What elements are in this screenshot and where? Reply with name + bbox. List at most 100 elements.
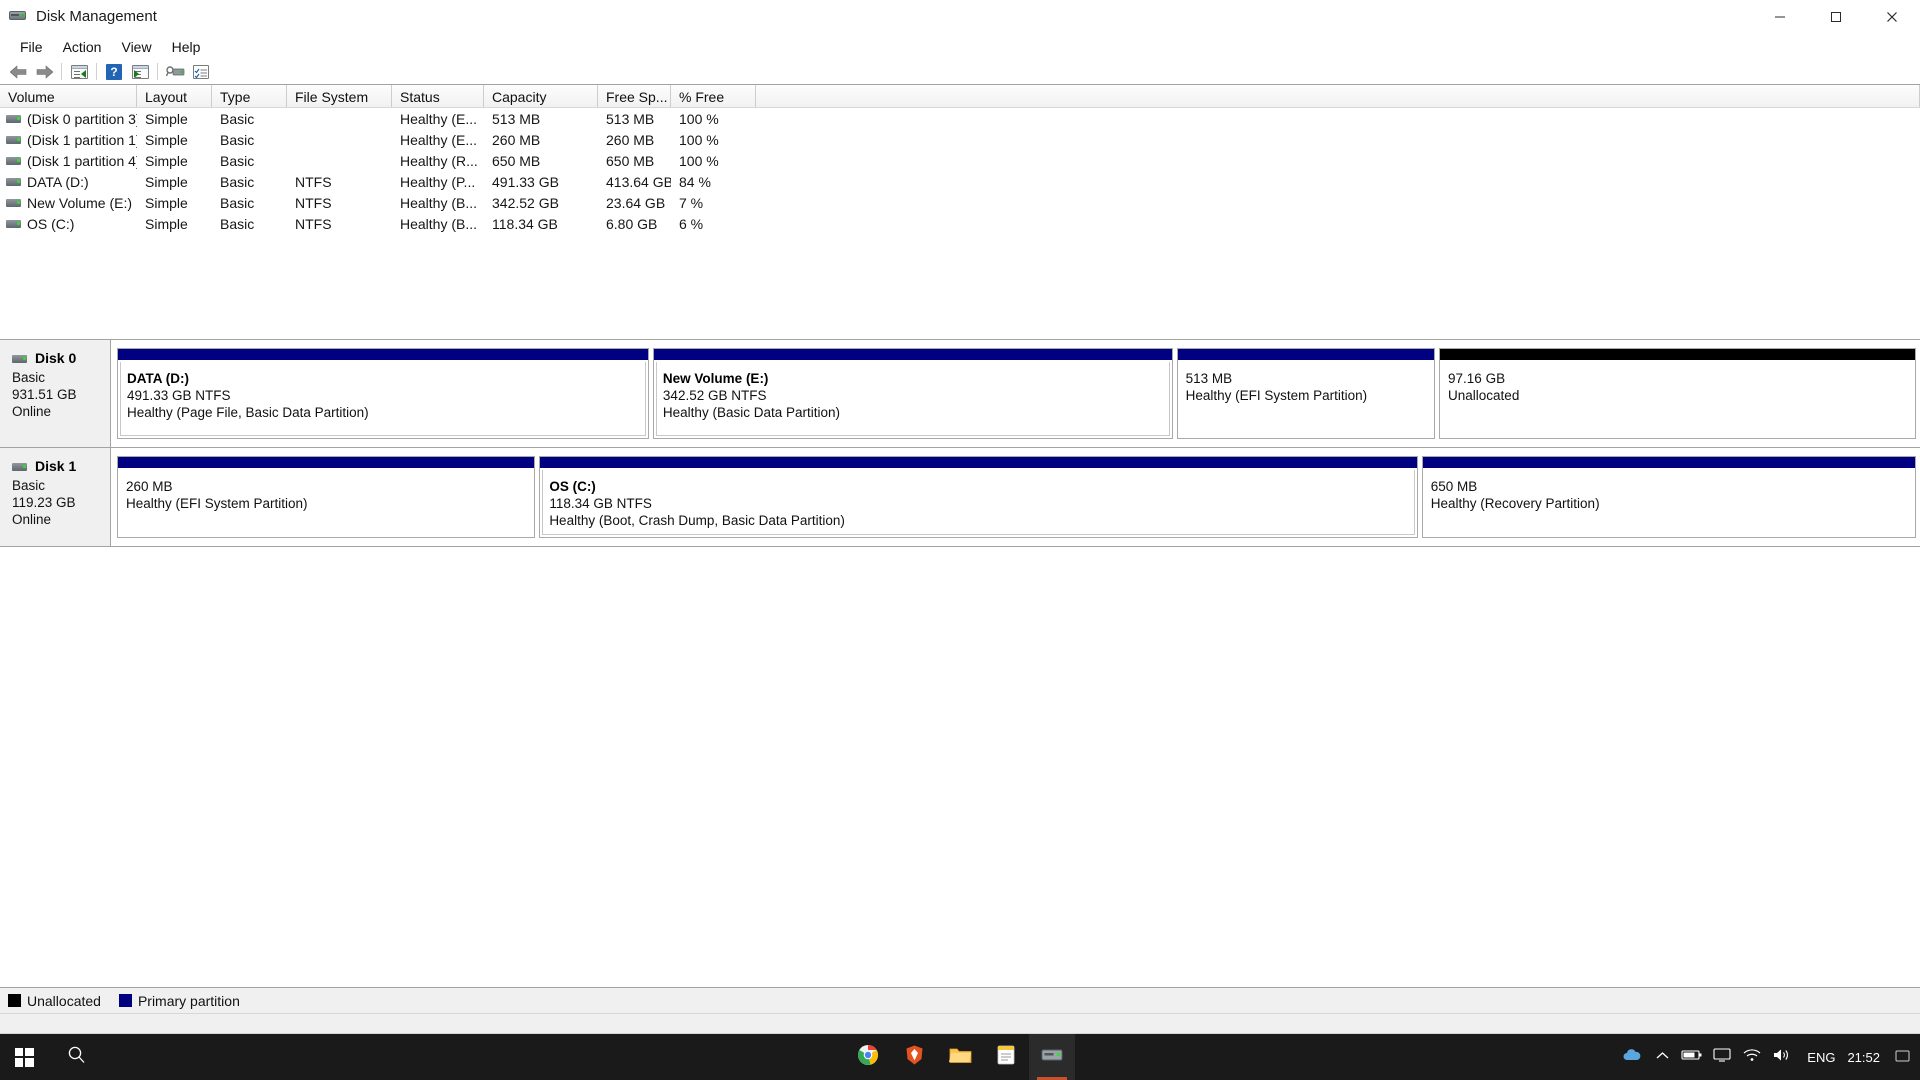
column-header-type[interactable]: Type [212, 85, 287, 107]
cell-status: Healthy (R... [400, 152, 478, 169]
column-header-layout[interactable]: Layout [137, 85, 212, 107]
show-hide-action-pane-button[interactable] [127, 60, 153, 83]
taskbar-search-button[interactable] [48, 1034, 104, 1080]
tray-show-hidden[interactable] [1647, 1034, 1677, 1080]
partition-status: Healthy (EFI System Partition) [1185, 388, 1368, 403]
tray-volume[interactable] [1767, 1034, 1797, 1080]
search-icon [67, 1045, 86, 1069]
table-row[interactable]: OS (C:) Simple Basic NTFS Healthy (B... 118.3… [0, 213, 1920, 234]
cell-layout: Simple [145, 110, 188, 127]
taskbar-tray: ENG 21:52 [1617, 1034, 1920, 1080]
forward-button[interactable] [31, 60, 57, 83]
menu-bar: File Action View Help [0, 34, 1920, 59]
partition-block[interactable]: 260 MB Healthy (EFI System Partition) [117, 456, 536, 538]
cell-file-system: NTFS [295, 215, 332, 232]
toolbar-separator-3 [157, 63, 158, 80]
disk-size: 931.51 GB [12, 387, 77, 402]
cell-capacity: 513 MB [492, 110, 541, 127]
windows-logo-icon [14, 1047, 34, 1067]
taskbar-left [0, 1034, 104, 1080]
notepad-icon [996, 1044, 1016, 1071]
toolbar: ? [0, 59, 1920, 84]
cell-capacity: 491.33 GB [492, 173, 559, 190]
taskbar-brave[interactable] [891, 1034, 937, 1080]
partition-block[interactable]: 97.16 GB Unallocated [1439, 348, 1916, 439]
partition-size: 260 MB [126, 479, 173, 494]
partition-capacity-bar [118, 457, 535, 468]
legend-unallocated-label: Unallocated [27, 992, 101, 1009]
status-bar [0, 1013, 1920, 1033]
volume-label: (Disk 0 partition 3) [27, 110, 137, 127]
cell-volume: DATA (D:) [0, 174, 137, 190]
disk-management-icon [9, 8, 27, 26]
menu-help[interactable]: Help [162, 37, 211, 57]
column-header-file-system[interactable]: File System [287, 85, 392, 107]
taskbar-disk-management[interactable] [1029, 1034, 1075, 1080]
partition-status: Healthy (EFI System Partition) [126, 496, 308, 511]
properties-button[interactable] [188, 60, 214, 83]
maximize-button[interactable] [1808, 0, 1864, 34]
show-hide-console-tree-button[interactable] [66, 60, 92, 83]
cell-free-space: 6.80 GB [606, 215, 658, 232]
table-row[interactable]: DATA (D:) Simple Basic NTFS Healthy (P... 491… [0, 171, 1920, 192]
rescan-disks-icon [165, 65, 185, 79]
cell-status: Healthy (E... [400, 131, 478, 148]
column-header-free-sp[interactable]: Free Sp... [598, 85, 671, 107]
cell-type: Basic [220, 215, 255, 232]
tray-language[interactable]: ENG [1797, 1050, 1845, 1065]
partition-details: New Volume (E:) 342.52 GB NTFS Healthy (Ba… [655, 362, 1170, 436]
column-header-volume[interactable]: Volume [0, 85, 137, 107]
disk-management-icon [1041, 1046, 1063, 1068]
partition-block[interactable]: 513 MB Healthy (EFI System Partition) [1176, 348, 1436, 439]
cell-status: Healthy (E... [400, 110, 478, 127]
menu-action[interactable]: Action [53, 37, 112, 57]
taskbar-file-explorer[interactable] [937, 1034, 983, 1080]
table-row[interactable]: New Volume (E:) Simple Basic NTFS Healthy (B… [0, 192, 1920, 213]
back-button[interactable] [5, 60, 31, 83]
taskbar-notepad[interactable] [983, 1034, 1029, 1080]
partition-block[interactable]: New Volume (E:) 342.52 GB NTFS Healthy (Ba… [652, 348, 1173, 439]
cell-free-space: 413.64 GB [606, 173, 671, 190]
help-button[interactable]: ? [101, 60, 127, 83]
speaker-icon [1773, 1048, 1791, 1067]
column-header-capacity[interactable]: Capacity [484, 85, 598, 107]
table-row[interactable]: (Disk 1 partition 4) Simple Basic Healthy (… [0, 150, 1920, 171]
partition-block[interactable]: DATA (D:) 491.33 GB NTFS Healthy (Page Fil… [117, 348, 649, 439]
table-row[interactable]: (Disk 1 partition 1) Simple Basic Healthy (… [0, 129, 1920, 150]
partition-block[interactable]: 650 MB Healthy (Recovery Partition) [1421, 456, 1917, 538]
minimize-button[interactable] [1752, 0, 1808, 34]
volume-list-body[interactable]: (Disk 0 partition 3) Simple Basic Healthy (… [0, 108, 1920, 339]
table-row[interactable]: (Disk 0 partition 3) Simple Basic Healthy (… [0, 108, 1920, 129]
arrow-right-icon [36, 64, 53, 79]
disk-type: Basic [12, 478, 46, 493]
tray-display[interactable] [1707, 1034, 1737, 1080]
tray-wifi[interactable] [1737, 1034, 1767, 1080]
column-header-status[interactable]: Status [392, 85, 484, 107]
rescan-disks-button[interactable] [162, 60, 188, 83]
tray-battery[interactable] [1677, 1034, 1707, 1080]
disk-label-disk-0[interactable]: Disk 0 Basic 931.51 GB Online [0, 340, 111, 447]
cell-volume: New Volume (E:) [0, 195, 137, 211]
show-desktop-button[interactable] [1892, 1034, 1914, 1080]
taskbar-chrome[interactable] [845, 1034, 891, 1080]
cell-volume: (Disk 0 partition 3) [0, 111, 137, 127]
cell-volume: (Disk 1 partition 4) [0, 153, 137, 169]
window-controls [1752, 0, 1920, 34]
disk-icon [12, 462, 27, 471]
arrow-left-icon [9, 64, 27, 79]
menu-file[interactable]: File [10, 37, 53, 57]
folder-icon [948, 1045, 972, 1070]
toolbar-separator-2 [96, 63, 97, 80]
tray-onedrive[interactable] [1617, 1034, 1647, 1080]
column-header--free[interactable]: % Free [671, 85, 756, 107]
chrome-icon [857, 1044, 879, 1071]
menu-view[interactable]: View [111, 37, 161, 57]
close-button[interactable] [1864, 0, 1920, 34]
partition-block[interactable]: OS (C:) 118.34 GB NTFS Healthy (Boot, Cras… [539, 456, 1418, 538]
disk-state: Online [12, 512, 52, 527]
partition-status: Unallocated [1448, 388, 1520, 403]
cell-layout: Simple [145, 215, 188, 232]
disk-label-disk-1[interactable]: Disk 1 Basic 119.23 GB Online [0, 448, 111, 546]
tray-clock[interactable]: 21:52 [1845, 1050, 1892, 1065]
start-button[interactable] [0, 1034, 48, 1080]
